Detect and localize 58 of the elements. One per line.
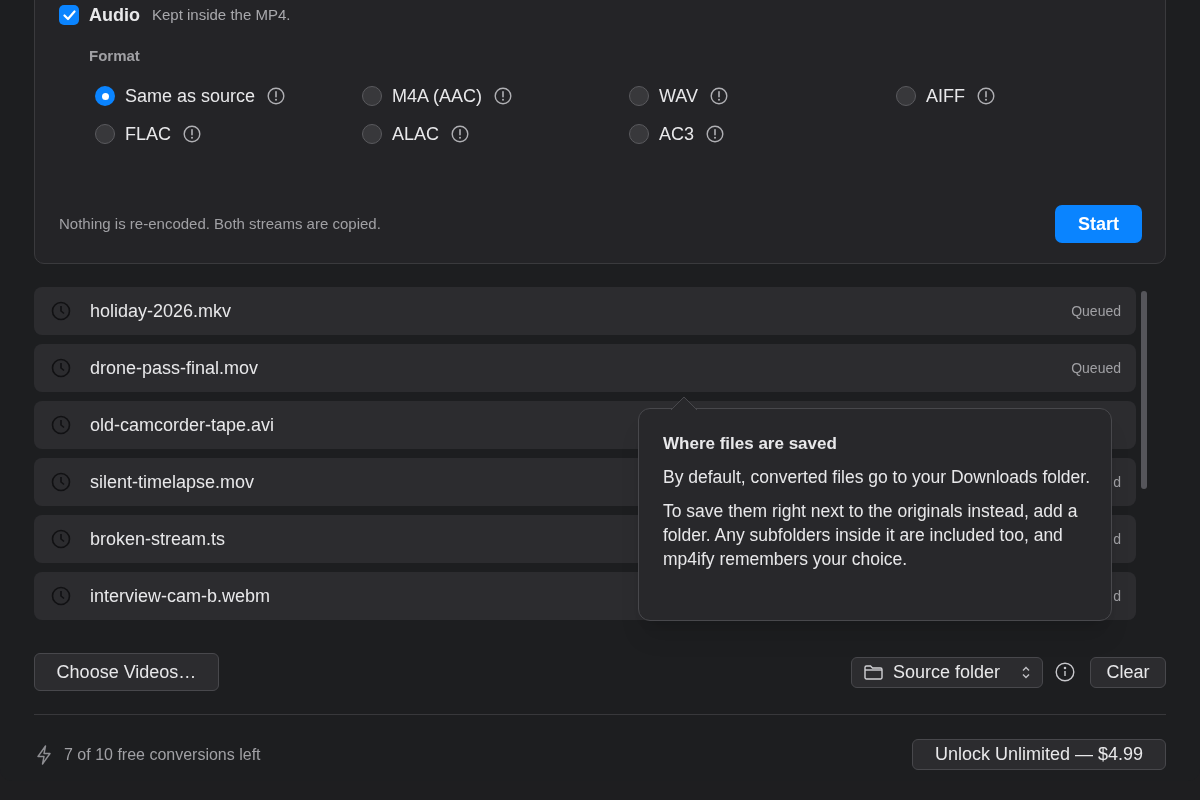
radio-button[interactable]: [362, 124, 382, 144]
exclamation-icon[interactable]: [267, 87, 286, 105]
destination-dropdown[interactable]: Source folder: [851, 656, 1043, 688]
file-status: Queued: [1071, 358, 1121, 378]
file-name: holiday-2026.mkv: [90, 299, 232, 323]
file-status: Queued: [1071, 301, 1121, 321]
clock-icon: [51, 586, 71, 606]
file-name: silent-timelapse.mov: [90, 470, 255, 494]
start-button[interactable]: Start: [1055, 205, 1142, 243]
format-label: Format: [89, 47, 140, 64]
file-row[interactable]: holiday-2026.mkv Queued: [34, 287, 1136, 335]
audio-checkbox[interactable]: [59, 5, 79, 25]
format-option-label[interactable]: Same as source: [125, 82, 256, 110]
radio-button[interactable]: [629, 86, 649, 106]
format-option-label[interactable]: FLAC: [125, 120, 171, 148]
format-option-label[interactable]: ALAC: [392, 120, 440, 148]
unlock-button[interactable]: Unlock Unlimited — $4.99: [912, 739, 1166, 770]
file-name: old-camcorder-tape.avi: [90, 413, 275, 437]
clock-icon: [51, 358, 71, 378]
radio-button[interactable]: [629, 124, 649, 144]
file-status: d: [1113, 529, 1121, 549]
clock-icon: [51, 301, 71, 321]
folder-icon: [864, 664, 883, 680]
file-status: d: [1113, 472, 1121, 492]
audio-label: Audio: [89, 3, 140, 27]
clock-icon: [51, 529, 71, 549]
summary-text: Nothing is re-encoded. Both streams are copied.: [59, 213, 381, 234]
exclamation-icon[interactable]: [977, 87, 995, 105]
radio-button[interactable]: [362, 86, 382, 106]
checkmark-icon: [62, 9, 76, 21]
file-name: broken-stream.ts: [90, 527, 226, 551]
clear-button[interactable]: Clear: [1090, 656, 1166, 688]
radio-button[interactable]: [95, 124, 115, 144]
file-row[interactable]: drone-pass-final.mov Queued: [34, 344, 1136, 392]
radio-button[interactable]: [896, 86, 916, 106]
free-conversions-text: 7 of 10 free conversions left: [64, 744, 261, 765]
format-option-label[interactable]: AIFF: [926, 82, 965, 110]
file-name: drone-pass-final.mov: [90, 356, 259, 380]
audio-note: Kept inside the MP4.: [152, 4, 291, 25]
radio-button[interactable]: [95, 86, 115, 106]
stepper-icon: [1022, 665, 1030, 679]
exclamation-icon[interactable]: [706, 125, 724, 143]
file-status: d: [1113, 586, 1121, 606]
choose-videos-button[interactable]: Choose Videos…: [34, 653, 219, 691]
exclamation-icon[interactable]: [494, 87, 513, 105]
exclamation-icon[interactable]: [183, 125, 201, 143]
format-option-label[interactable]: WAV: [659, 82, 698, 110]
clock-icon: [51, 415, 71, 435]
scrollbar[interactable]: [1141, 291, 1147, 489]
clock-icon: [51, 472, 71, 492]
format-option-label[interactable]: M4A (AAC): [392, 82, 483, 110]
tooltip-paragraph: By default, converted files go to your Downloads folder.: [663, 466, 1092, 489]
format-option-label[interactable]: AC3: [659, 120, 694, 148]
exclamation-icon[interactable]: [710, 87, 728, 105]
file-name: interview-cam-b.webm: [90, 584, 271, 608]
exclamation-icon[interactable]: [451, 125, 470, 143]
info-icon[interactable]: [1055, 662, 1075, 682]
lightning-icon: [36, 744, 52, 765]
